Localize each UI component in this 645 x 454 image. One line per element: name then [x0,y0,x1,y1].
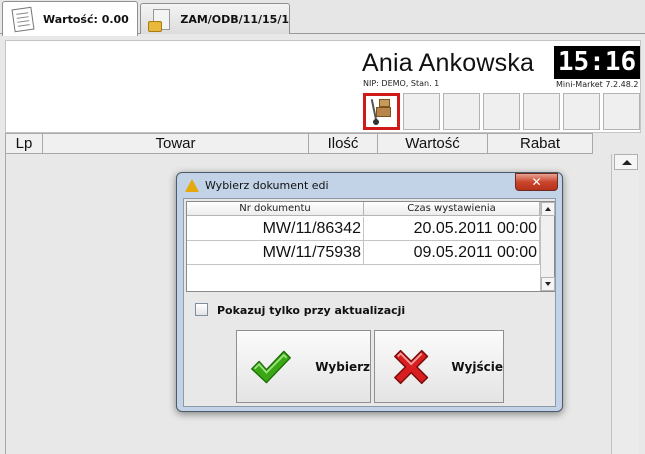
tab-bar: Wartość: 0.00 ZAM/ODB/11/15/1 [0,0,645,36]
dialog-close-button[interactable]: ✕ [515,173,558,191]
quick-slot-4[interactable] [483,93,520,130]
table-row[interactable]: MW/11/75938 09.05.2011 00:00 [187,241,540,265]
checkmark-icon [251,350,291,383]
select-edi-document-dialog: Wybierz dokument edi ✕ Nr dokumentu Czas… [176,172,563,412]
app-version: Mini-Market 7.2.48.2 [556,80,639,89]
only-on-update-checkbox[interactable] [195,303,208,316]
column-header-nr-dokumentu[interactable]: Nr dokumentu [187,202,364,215]
quick-slot-7[interactable] [603,93,640,130]
column-header-czas-wystawienia[interactable]: Czas wystawienia [364,202,540,215]
nip-info: NIP: DEMO, Stan. 1 [363,79,440,88]
doc-time-cell: 20.05.2011 00:00 [364,217,540,240]
user-name: Ania Ankowska [362,49,535,77]
column-header-towar[interactable]: Towar [43,134,309,153]
tab-receipt[interactable]: Wartość: 0.00 [2,1,138,36]
quick-slot-1[interactable] [363,93,400,130]
quick-slot-6[interactable] [563,93,600,130]
tab-receipt-label: Wartość: 0.00 [43,12,129,26]
scroll-up-arrow-icon[interactable] [614,154,638,170]
exit-button[interactable]: Wyjście [374,330,504,403]
column-header-lp[interactable]: Lp [6,134,43,153]
table-row[interactable]: MW/11/86342 20.05.2011 00:00 [187,217,540,241]
select-button-label: Wybierz [315,359,370,374]
hand-truck-boxes-icon [370,99,395,125]
items-table-header: Lp Towar Ilość Wartość Rabat [5,133,593,154]
dialog-content: Nr dokumentu Czas wystawienia MW/11/8634… [183,198,556,407]
header-area: Ania Ankowska NIP: DEMO, Stan. 1 15:16 M… [5,40,641,133]
quick-slot-5[interactable] [523,93,560,130]
items-scrollbar[interactable] [611,154,639,454]
warning-triangle-icon [185,179,199,192]
select-button[interactable]: Wybierz [236,330,371,403]
tab-order-label: ZAM/ODB/11/15/1 [180,12,289,26]
edi-table-header: Nr dokumentu Czas wystawienia [187,202,540,216]
doc-number-cell: MW/11/75938 [187,241,364,264]
doc-time-cell: 09.05.2011 00:00 [364,241,540,264]
only-on-update-label[interactable]: Pokazuj tylko przy aktualizacji [217,304,405,317]
edi-documents-table: Nr dokumentu Czas wystawienia MW/11/8634… [186,201,555,292]
close-icon: ✕ [531,175,542,189]
quick-slot-3[interactable] [443,93,480,130]
column-header-rabat[interactable]: Rabat [488,134,592,153]
dialog-title: Wybierz dokument edi [205,179,329,192]
dialog-titlebar[interactable]: Wybierz dokument edi ✕ [177,173,562,197]
quick-slot-2[interactable] [403,93,440,130]
receipt-icon [9,6,37,33]
document-folder-icon [147,6,174,32]
scroll-down-arrow-icon[interactable] [541,277,555,291]
edi-table-scrollbar[interactable] [540,202,555,291]
red-x-icon [394,349,429,384]
clock: 15:16 [554,46,640,79]
tab-order[interactable]: ZAM/ODB/11/15/1 [140,3,290,34]
doc-number-cell: MW/11/86342 [187,217,364,240]
column-header-ilosc[interactable]: Ilość [309,134,378,153]
scroll-up-arrow-icon[interactable] [541,202,555,216]
exit-button-label: Wyjście [451,359,503,374]
column-header-wartosc[interactable]: Wartość [378,134,488,153]
